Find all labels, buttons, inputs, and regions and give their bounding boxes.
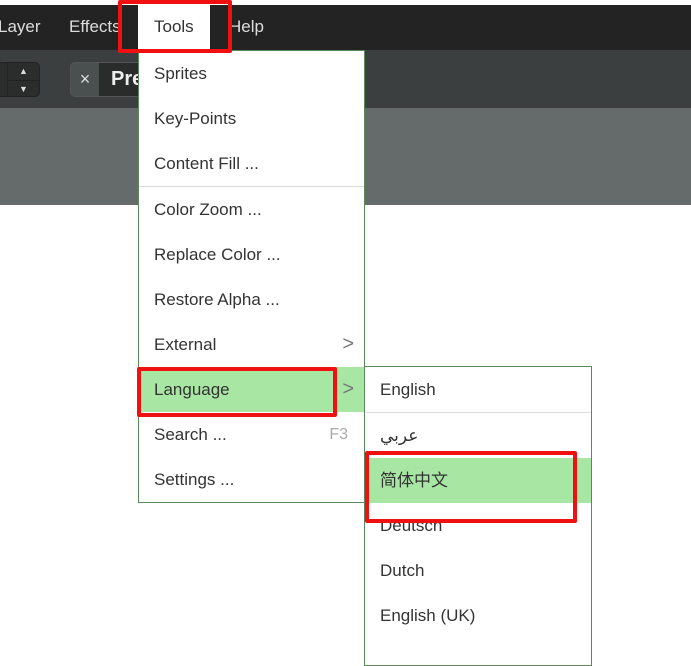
annotation-box-tools: [118, 0, 232, 53]
stepper-up-icon[interactable]: ▲: [7, 63, 39, 80]
menu-effects[interactable]: Effects: [69, 5, 121, 50]
stepper-down-icon[interactable]: ▼: [7, 80, 39, 97]
menu-item-search[interactable]: Search ... F3: [139, 412, 364, 457]
language-english[interactable]: English: [365, 367, 591, 412]
tools-menu: Sprites Key-Points Content Fill ... Colo…: [138, 50, 365, 503]
menu-item-sprites[interactable]: Sprites: [139, 51, 364, 96]
chevron-right-icon: >: [342, 333, 354, 355]
menu-item-external[interactable]: External >: [139, 322, 364, 367]
language-english-uk[interactable]: English (UK): [365, 593, 591, 638]
menu-item-content-fill[interactable]: Content Fill ...: [139, 141, 364, 186]
menu-item-replace-color[interactable]: Replace Color ...: [139, 232, 364, 277]
language-dutch[interactable]: Dutch: [365, 548, 591, 593]
chevron-right-icon: >: [342, 378, 354, 400]
menu-item-settings[interactable]: Settings ...: [139, 457, 364, 502]
menu-item-label: External: [154, 335, 217, 354]
annotation-box-language: [137, 367, 337, 417]
menu-help[interactable]: Help: [229, 5, 264, 50]
close-icon[interactable]: ×: [71, 63, 99, 96]
menu-item-restore-alpha[interactable]: Restore Alpha ...: [139, 277, 364, 322]
annotation-box-chinese: [365, 451, 577, 523]
menu-item-label: Search ...: [154, 425, 227, 444]
number-stepper[interactable]: ▲ ▼: [0, 62, 40, 97]
menubar: Layer Effects Tools Help: [0, 5, 691, 50]
menu-layer[interactable]: Layer: [0, 5, 41, 50]
menu-item-key-points[interactable]: Key-Points: [139, 96, 364, 141]
menu-item-color-zoom[interactable]: Color Zoom ...: [139, 187, 364, 232]
shortcut-label: F3: [329, 426, 348, 443]
